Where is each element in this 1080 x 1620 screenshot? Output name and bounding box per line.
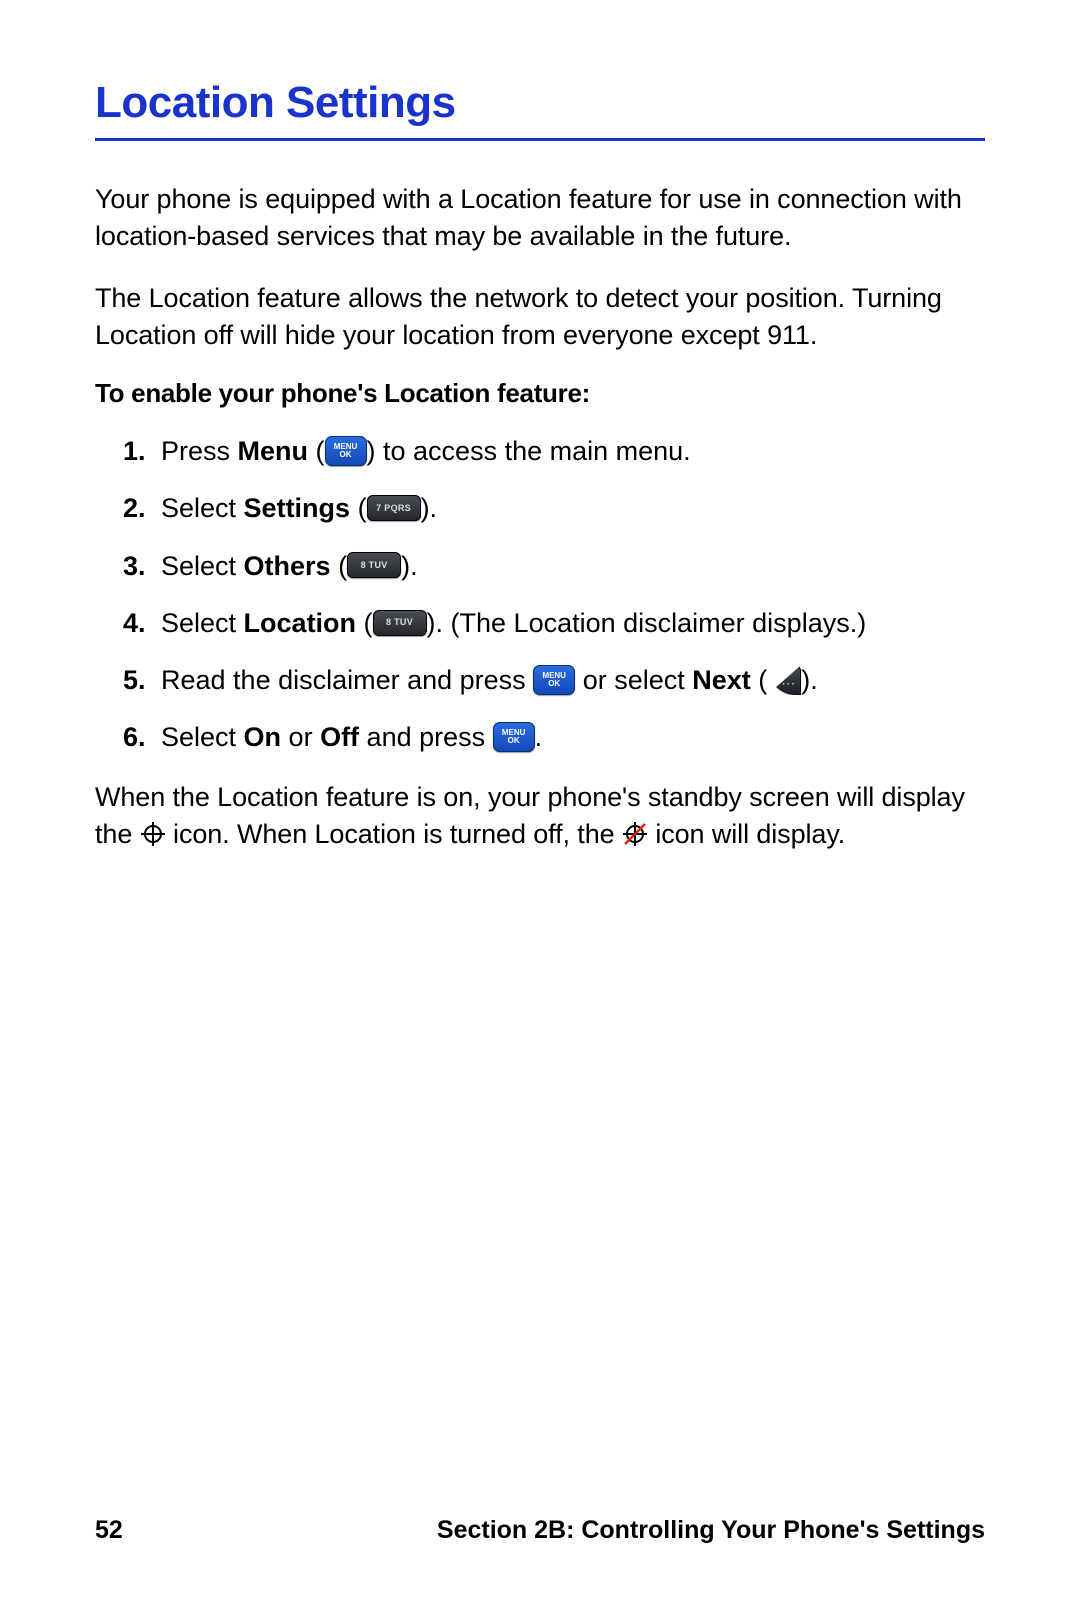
closing-text: icon. When Location is turned off, the xyxy=(173,819,622,849)
step-4: Select Location ( ). (The Location discla… xyxy=(133,605,985,642)
step-bold: Next xyxy=(692,665,751,695)
step-text: or select xyxy=(575,665,692,695)
step-text: ( xyxy=(331,551,348,581)
intro-paragraph-1: Your phone is equipped with a Location f… xyxy=(95,181,985,256)
key-7-icon xyxy=(367,495,421,521)
step-text: Press xyxy=(161,436,238,466)
step-text: ). xyxy=(401,551,418,581)
location-off-icon xyxy=(622,821,648,847)
step-bold: On xyxy=(244,722,282,752)
step-6: Select On or Off and press . xyxy=(133,719,985,756)
step-3: Select Others (). xyxy=(133,548,985,585)
step-bold: Location xyxy=(244,608,357,638)
step-text: ). xyxy=(801,665,818,695)
step-2: Select Settings (). xyxy=(133,490,985,527)
step-text: ( xyxy=(350,493,367,523)
step-bold: Settings xyxy=(244,493,351,523)
subheading: To enable your phone's Location feature: xyxy=(95,378,985,409)
softkey-icon xyxy=(767,665,801,695)
step-text: Select xyxy=(161,551,244,581)
section-label: Section 2B: Controlling Your Phone's Set… xyxy=(437,1516,985,1545)
key-8-icon xyxy=(347,552,401,578)
step-bold: Off xyxy=(320,722,359,752)
page-title: Location Settings xyxy=(95,78,985,141)
location-on-icon xyxy=(140,821,166,847)
step-text: and press xyxy=(359,722,493,752)
menu-ok-key-icon xyxy=(325,436,367,466)
step-text: Select xyxy=(161,722,244,752)
closing-text: icon will display. xyxy=(655,819,845,849)
step-bold: Menu xyxy=(238,436,309,466)
step-1: Press Menu ( ) to access the main menu. xyxy=(133,433,985,470)
key-8-icon xyxy=(373,610,427,636)
menu-ok-key-icon xyxy=(533,665,575,695)
step-text: ( xyxy=(751,665,768,695)
step-text: ( xyxy=(356,608,373,638)
step-text: ) to access the main menu. xyxy=(367,436,691,466)
step-text: Select xyxy=(161,608,244,638)
page-number: 52 xyxy=(95,1516,123,1545)
closing-paragraph: When the Location feature is on, your ph… xyxy=(95,779,985,854)
step-text: ). xyxy=(421,493,438,523)
step-text: Read the disclaimer and press xyxy=(161,665,533,695)
step-text: or xyxy=(281,722,320,752)
intro-paragraph-2: The Location feature allows the network … xyxy=(95,280,985,355)
step-text: Select xyxy=(161,493,244,523)
step-bold: Others xyxy=(244,551,331,581)
page-footer: 52 Section 2B: Controlling Your Phone's … xyxy=(95,1516,985,1545)
instruction-list: Press Menu () to access the main menu. S… xyxy=(95,433,985,757)
step-5: Read the disclaimer and press or select … xyxy=(133,662,985,699)
step-text: . xyxy=(535,722,543,752)
step-text: ( xyxy=(308,436,325,466)
step-text: ). (The Location disclaimer displays.) xyxy=(427,608,867,638)
menu-ok-key-icon xyxy=(493,722,535,752)
